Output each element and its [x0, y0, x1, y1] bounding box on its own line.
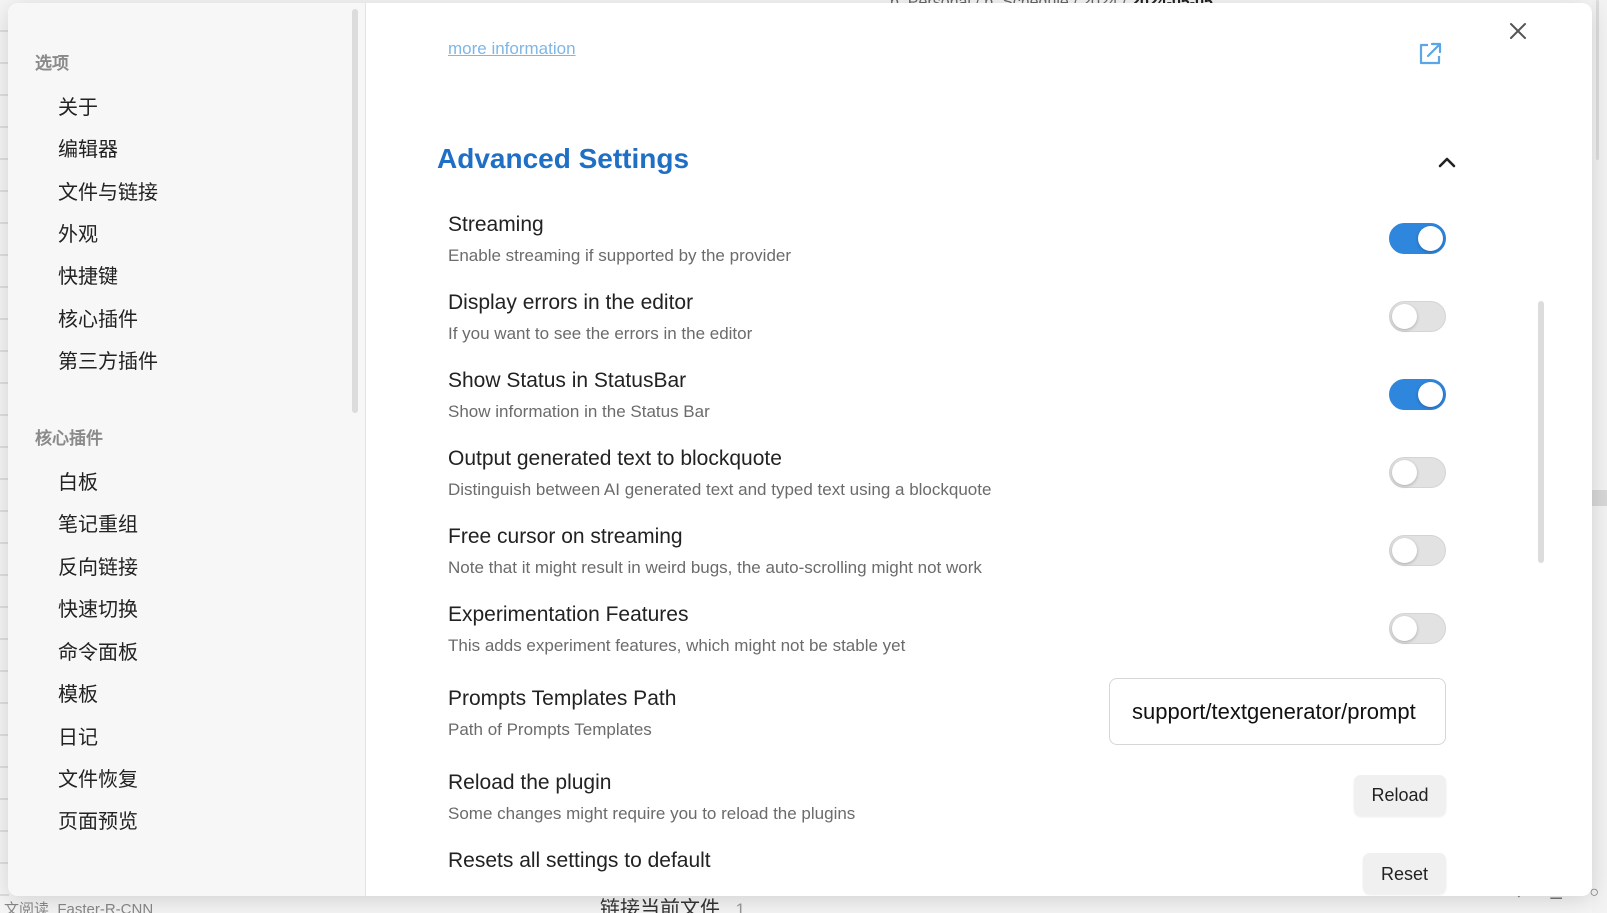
setting-desc-reload: Some changes might require you to reload… — [448, 804, 856, 823]
sidebar-item-appearance[interactable]: 外观 — [58, 218, 98, 247]
settings-content: more information Advanced Settings Strea… — [366, 3, 1592, 896]
setting-name-blockquote: Output generated text to blockquote — [448, 447, 782, 470]
more-information-link[interactable]: more information — [448, 39, 576, 59]
sidebar-item-note-composer[interactable]: 笔记重组 — [58, 508, 138, 537]
setting-name-experimentation: Experimentation Features — [448, 603, 689, 626]
background-linked-count: 1 — [735, 900, 746, 913]
background-file-title: 文阅读_Faster-R-CNN — [4, 901, 154, 913]
setting-name-free-cursor: Free cursor on streaming — [448, 525, 683, 548]
prompts-path-input[interactable]: support/textgenerator/prompt — [1109, 678, 1446, 745]
sidebar-heading-core-plugins: 核心插件 — [35, 429, 103, 448]
setting-name-reload: Reload the plugin — [448, 771, 612, 794]
reload-button[interactable]: Reload — [1354, 775, 1446, 816]
sidebar-item-core-plugins[interactable]: 核心插件 — [58, 303, 138, 332]
sidebar-heading-options: 选项 — [35, 54, 69, 73]
toggle-blockquote[interactable] — [1389, 457, 1446, 488]
toggle-knob — [1392, 616, 1417, 641]
settings-sidebar: 选项 关于 编辑器 文件与链接 外观 快捷键 核心插件 第三方插件 核心插件 白… — [8, 3, 366, 896]
sidebar-item-community-plugins[interactable]: 第三方插件 — [58, 345, 158, 374]
setting-name-prompts-path: Prompts Templates Path — [448, 687, 677, 710]
toggle-streaming[interactable] — [1389, 223, 1446, 254]
background-side-mark — [1592, 490, 1607, 506]
section-title-advanced-settings: Advanced Settings — [437, 143, 690, 174]
content-scrollbar[interactable] — [1538, 301, 1544, 563]
toggle-knob — [1392, 460, 1417, 485]
collapse-section-button[interactable] — [1434, 149, 1460, 175]
open-external-button[interactable] — [1415, 39, 1445, 69]
toggle-knob — [1418, 382, 1443, 407]
settings-modal: 选项 关于 编辑器 文件与链接 外观 快捷键 核心插件 第三方插件 核心插件 白… — [8, 3, 1592, 896]
sidebar-item-canvas[interactable]: 白板 — [58, 466, 98, 495]
sidebar-item-file-recovery[interactable]: 文件恢复 — [58, 763, 138, 792]
sidebar-item-page-preview[interactable]: 页面预览 — [58, 805, 138, 834]
chevron-up-icon — [1438, 157, 1456, 168]
sidebar-item-about[interactable]: 关于 — [58, 91, 98, 120]
toggle-show-status[interactable] — [1389, 379, 1446, 410]
toggle-knob — [1392, 304, 1417, 329]
external-link-icon — [1419, 42, 1442, 65]
setting-name-show-status: Show Status in StatusBar — [448, 369, 687, 392]
setting-name-reset: Resets all settings to default — [448, 849, 711, 872]
background-linked-label: 链接当前文件 — [600, 898, 720, 913]
toggle-knob — [1418, 226, 1443, 251]
sidebar-scrollbar[interactable] — [352, 9, 358, 413]
setting-desc-display-errors: If you want to see the errors in the edi… — [448, 324, 753, 343]
setting-name-streaming: Streaming — [448, 213, 544, 236]
background-scroll-mark — [1596, 0, 1599, 160]
setting-desc-show-status: Show information in the Status Bar — [448, 402, 710, 421]
setting-desc-streaming: Enable streaming if supported by the pro… — [448, 246, 792, 265]
reset-button[interactable]: Reset — [1363, 853, 1446, 894]
setting-desc-experimentation: This adds experiment features, which mig… — [448, 636, 906, 655]
sidebar-item-templates[interactable]: 模板 — [58, 678, 98, 707]
toggle-experimentation[interactable] — [1389, 613, 1446, 644]
sidebar-item-hotkeys[interactable]: 快捷键 — [58, 260, 118, 289]
sidebar-item-backlinks[interactable]: 反向链接 — [58, 551, 138, 580]
setting-desc-blockquote: Distinguish between AI generated text an… — [448, 480, 992, 499]
sidebar-item-files-links[interactable]: 文件与链接 — [58, 176, 158, 205]
background-right-edge — [1592, 0, 1607, 913]
sidebar-item-quick-switcher[interactable]: 快速切换 — [58, 593, 138, 622]
close-button[interactable] — [1504, 17, 1532, 45]
setting-name-display-errors: Display errors in the editor — [448, 291, 694, 314]
sidebar-item-command-palette[interactable]: 命令面板 — [58, 636, 138, 665]
sidebar-item-daily-notes[interactable]: 日记 — [58, 721, 98, 750]
toggle-display-errors[interactable] — [1389, 301, 1446, 332]
setting-desc-free-cursor: Note that it might result in weird bugs,… — [448, 558, 982, 577]
sidebar-item-editor[interactable]: 编辑器 — [58, 133, 118, 162]
setting-desc-prompts-path: Path of Prompts Templates — [448, 720, 652, 739]
close-icon — [1510, 23, 1526, 39]
toggle-free-cursor[interactable] — [1389, 535, 1446, 566]
toggle-knob — [1392, 538, 1417, 563]
